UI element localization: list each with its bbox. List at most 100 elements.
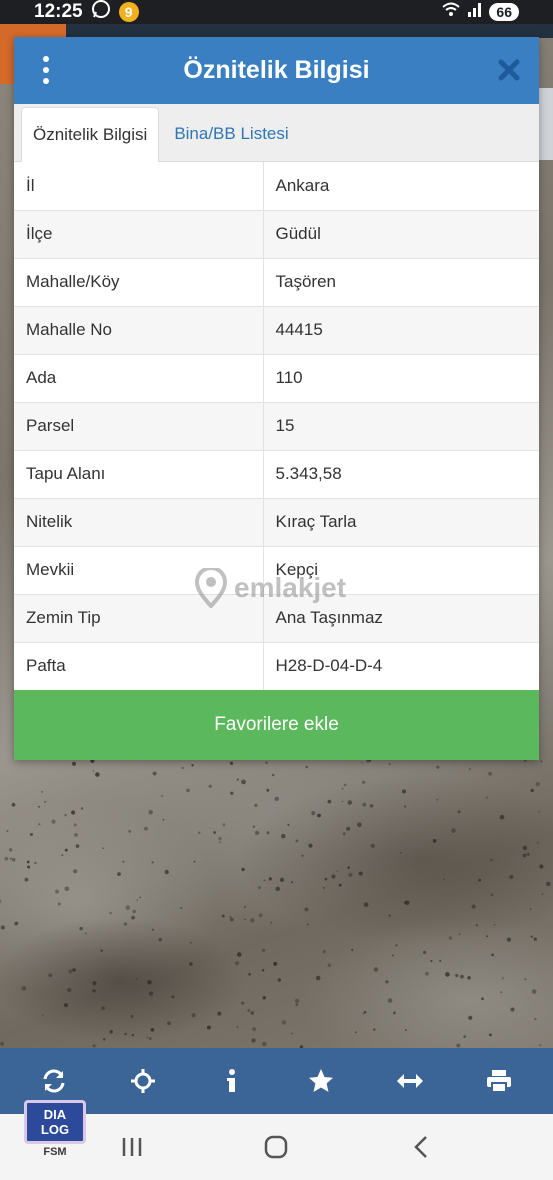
back-icon[interactable] (401, 1127, 441, 1167)
measure-icon[interactable] (390, 1061, 430, 1101)
row-value: 15 (263, 401, 539, 450)
terrain-dot (491, 953, 494, 957)
terrain-dot (248, 973, 251, 976)
dialog-title: Öznitelik Bilgisi (183, 56, 370, 84)
terrain-dot (317, 813, 321, 818)
tab-building-list[interactable]: Bina/BB Listesi (159, 107, 299, 161)
terrain-dot (63, 1003, 69, 1008)
terrain-dot (151, 928, 154, 931)
terrain-dot (164, 869, 169, 875)
terrain-dot (533, 937, 537, 941)
row-key: Tapu Alanı (14, 449, 264, 498)
refresh-icon[interactable] (34, 1061, 74, 1101)
row-key: Ada (14, 353, 264, 402)
print-icon[interactable] (479, 1061, 519, 1101)
row-key: Mahalle/Köy (14, 257, 264, 306)
terrain-dot (358, 871, 363, 876)
terrain-dot (369, 804, 374, 808)
star-icon[interactable] (301, 1061, 341, 1101)
terrain-dot (538, 810, 540, 813)
battery-level: 66 (489, 3, 519, 21)
terrain-dot (208, 784, 212, 788)
recent-apps-icon[interactable] (112, 1127, 152, 1167)
background-panel-edge (539, 88, 553, 160)
terrain-dot (92, 989, 96, 993)
terrain-dot (158, 937, 162, 942)
tab-attribute-info[interactable]: Öznitelik Bilgisi (21, 107, 160, 162)
terrain-dot (241, 1001, 245, 1005)
more-options-icon[interactable] (36, 56, 56, 84)
terrain-dot (29, 832, 33, 837)
terrain-dot (122, 860, 125, 863)
terrain-dot (530, 788, 534, 792)
status-time: 12:25 (34, 1, 83, 22)
terrain-dot (235, 961, 240, 966)
table-row: Mahalle/Köy Taşören (14, 257, 539, 306)
home-icon[interactable] (256, 1127, 296, 1167)
terrain-dot (130, 1014, 134, 1018)
terrain-dot (55, 889, 60, 894)
table-row: Ada 110 (14, 353, 539, 402)
terrain-dot (263, 879, 266, 882)
terrain-dot (524, 978, 527, 981)
terrain-dot (261, 969, 265, 972)
terrain-dot (41, 790, 44, 793)
terrain-dot (539, 1044, 542, 1047)
terrain-dot (387, 998, 393, 1003)
terrain-dot (324, 877, 328, 881)
terrain-dot (392, 954, 394, 957)
terrain-dot (189, 941, 192, 944)
terrain-dot (151, 861, 154, 864)
terrain-dot (9, 857, 12, 860)
terrain-dot (236, 1025, 239, 1029)
terrain-dot (241, 779, 246, 785)
terrain-dot (541, 893, 544, 895)
terrain-dot (103, 1038, 106, 1041)
terrain-dot (109, 1030, 113, 1034)
terrain-dot (247, 1009, 251, 1012)
terrain-dot (244, 906, 247, 908)
terrain-dot (281, 834, 286, 839)
attribute-dialog: Öznitelik Bilgisi Öznitelik Bilgisi Bina… (14, 37, 539, 760)
terrain-dot (191, 1013, 196, 1018)
terrain-dot (327, 963, 331, 967)
add-to-favorites-button[interactable]: Favorilere ekle (14, 690, 539, 760)
terrain-dot (343, 783, 347, 787)
terrain-dot (395, 944, 398, 947)
terrain-dot (57, 902, 61, 906)
terrain-dot (146, 1036, 149, 1039)
terrain-dot (294, 998, 300, 1003)
row-value: Kıraç Tarla (263, 497, 539, 546)
terrain-dot (342, 832, 346, 836)
terrain-dot (181, 767, 184, 769)
terrain-dot (445, 972, 450, 977)
info-icon[interactable] (212, 1061, 252, 1101)
row-key: Nitelik (14, 497, 264, 546)
row-value: 44415 (263, 305, 539, 354)
terrain-dot (124, 1032, 128, 1036)
close-icon[interactable] (495, 56, 523, 84)
terrain-dot (162, 818, 165, 821)
terrain-dot (456, 1043, 461, 1048)
terrain-dot (6, 830, 9, 833)
terrain-dot (0, 1041, 4, 1046)
terrain-dot (262, 1041, 267, 1047)
terrain-dot (109, 911, 112, 915)
terrain-dot (425, 971, 429, 976)
terrain-dot (467, 976, 471, 980)
terrain-dot (499, 814, 505, 820)
whatsapp-icon (91, 0, 111, 25)
terrain-dot (510, 1007, 515, 1012)
terrain-dot (540, 760, 543, 763)
terrain-dot (258, 886, 261, 890)
terrain-dot (361, 761, 363, 763)
terrain-dot (90, 760, 95, 763)
terrain-dot (400, 852, 402, 854)
terrain-dot (222, 823, 226, 827)
locate-icon[interactable] (123, 1061, 163, 1101)
table-row: Zemin Tip Ana Taşınmaz (14, 593, 539, 642)
terrain-dot (475, 923, 479, 927)
terrain-dot (34, 861, 37, 865)
terrain-dot (186, 788, 190, 793)
terrain-dot (304, 907, 309, 912)
